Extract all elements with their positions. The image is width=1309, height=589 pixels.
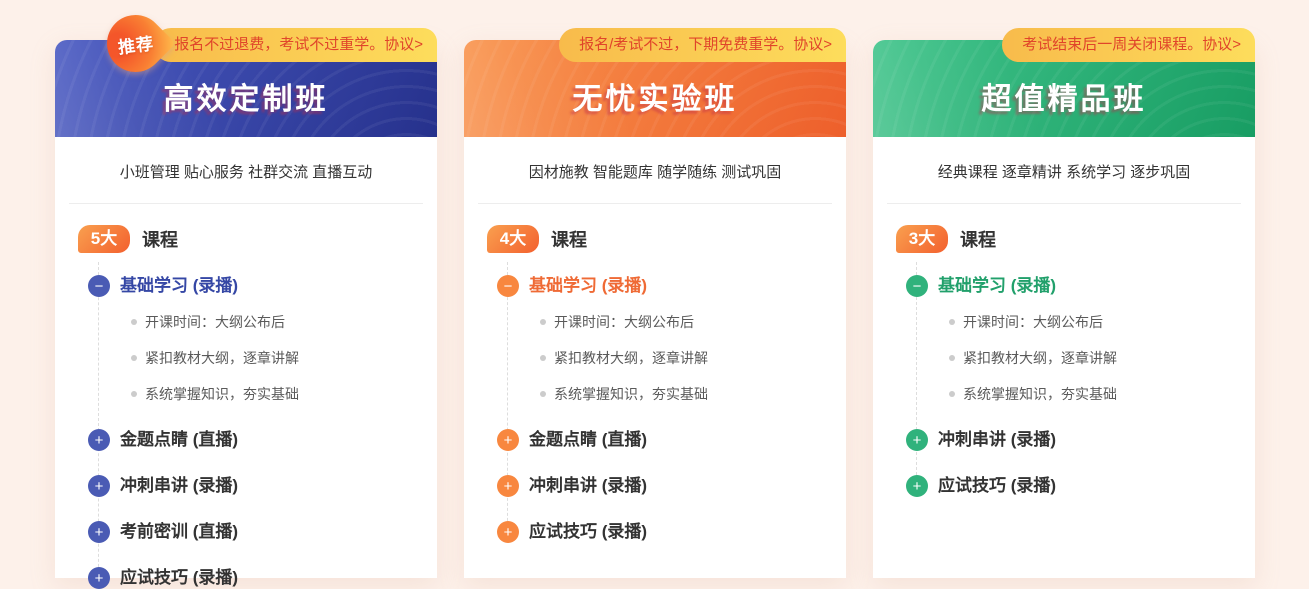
course-item: + 考前密训 (直播): [69, 521, 423, 543]
agreement-link[interactable]: 协议>: [384, 36, 423, 53]
course-title[interactable]: 金题点睛 (直播): [529, 429, 647, 451]
course-item: −基础学习 (录播) 开课时间：大纲公布后紧扣教材大纲，逐章讲解系统掌握知识，夯实…: [887, 275, 1241, 405]
course-detail: 紧扣教材大纲，逐章讲解: [887, 347, 1241, 369]
course-item: + 冲刺串讲 (录播): [69, 475, 423, 497]
guarantee-ribbon: 报名不过退费，考试不过重学。协议>: [154, 28, 437, 62]
course-title[interactable]: 基础学习 (录播): [120, 275, 238, 297]
course-details: 开课时间：大纲公布后紧扣教材大纲，逐章讲解系统掌握知识，夯实基础: [887, 311, 1241, 405]
course-title[interactable]: 考前密训 (直播): [120, 521, 238, 543]
course-details: 开课时间：大纲公布后紧扣教材大纲，逐章讲解系统掌握知识，夯实基础: [478, 311, 832, 405]
guarantee-text: 报名/考试不过，下期免费重学。: [579, 36, 793, 53]
course-card-best-value: 考试结束后一周关闭课程。协议> 超值精品班 经典课程 逐章精讲 系统学习 逐步巩…: [873, 40, 1255, 578]
course-plans-page: 报名不过退费，考试不过重学。协议> 推荐 高效定制班 小班管理 贴心服务 社群交…: [0, 0, 1309, 538]
course-item: + 应试技巧 (录播): [69, 567, 423, 589]
course-list: −基础学习 (录播) 开课时间：大纲公布后紧扣教材大纲，逐章讲解系统掌握知识，夯实…: [887, 275, 1241, 497]
card-title: 高效定制班: [164, 74, 329, 118]
card-body: 经典课程 逐章精讲 系统学习 逐步巩固 3大 课程 −基础学习 (录播) 开课时间…: [873, 161, 1255, 497]
course-detail: 紧扣教材大纲，逐章讲解: [478, 347, 832, 369]
agreement-link[interactable]: 协议>: [1202, 36, 1241, 53]
course-title[interactable]: 基础学习 (录播): [529, 275, 647, 297]
course-item: + 金题点睛 (直播): [478, 429, 832, 451]
divider: [69, 203, 423, 204]
guarantee-ribbon: 报名/考试不过，下期免费重学。协议>: [559, 28, 846, 62]
course-item: + 冲刺串讲 (录播): [887, 429, 1241, 451]
card-body: 因材施教 智能题库 随学随练 测试巩固 4大 课程 −基础学习 (录播) 开课时间…: [464, 161, 846, 543]
course-detail: 系统掌握知识，夯实基础: [478, 383, 832, 405]
card-subtitle: 因材施教 智能题库 随学随练 测试巩固: [478, 161, 832, 182]
expand-icon[interactable]: +: [906, 475, 928, 497]
course-detail: 开课时间：大纲公布后: [478, 311, 832, 333]
card-title: 无忧实验班: [573, 74, 738, 118]
card-subtitle: 经典课程 逐章精讲 系统学习 逐步巩固: [887, 161, 1241, 182]
course-count-label: 课程: [551, 226, 587, 252]
course-count-badge: 3大: [896, 225, 948, 253]
expand-icon[interactable]: +: [497, 521, 519, 543]
expand-icon[interactable]: +: [88, 429, 110, 451]
recommend-badge-label: 推荐: [116, 29, 155, 58]
course-count-badge: 5大: [78, 225, 130, 253]
course-item: + 金题点睛 (直播): [69, 429, 423, 451]
course-title[interactable]: 应试技巧 (录播): [938, 475, 1056, 497]
course-count-row: 3大 课程: [887, 225, 1241, 253]
agreement-link[interactable]: 协议>: [793, 36, 832, 53]
course-item: −基础学习 (录播) 开课时间：大纲公布后紧扣教材大纲，逐章讲解系统掌握知识，夯实…: [69, 275, 423, 405]
collapse-icon[interactable]: −: [906, 275, 928, 297]
expand-icon[interactable]: +: [88, 475, 110, 497]
expand-icon[interactable]: +: [88, 567, 110, 589]
course-title[interactable]: 冲刺串讲 (录播): [120, 475, 238, 497]
course-count-row: 4大 课程: [478, 225, 832, 253]
course-item: + 冲刺串讲 (录播): [478, 475, 832, 497]
course-title[interactable]: 冲刺串讲 (录播): [938, 429, 1056, 451]
course-title[interactable]: 金题点睛 (直播): [120, 429, 238, 451]
course-item: + 应试技巧 (录播): [887, 475, 1241, 497]
collapse-icon[interactable]: −: [88, 275, 110, 297]
course-detail: 紧扣教材大纲，逐章讲解: [69, 347, 423, 369]
card-title: 超值精品班: [982, 74, 1147, 118]
course-count-row: 5大 课程: [69, 225, 423, 253]
collapse-icon[interactable]: −: [497, 275, 519, 297]
course-list: −基础学习 (录播) 开课时间：大纲公布后紧扣教材大纲，逐章讲解系统掌握知识，夯实…: [69, 275, 423, 589]
card-body: 小班管理 贴心服务 社群交流 直播互动 5大 课程 −基础学习 (录播) 开课时间…: [55, 161, 437, 589]
course-count-badge: 4大: [487, 225, 539, 253]
course-detail: 系统掌握知识，夯实基础: [887, 383, 1241, 405]
expand-icon[interactable]: +: [497, 475, 519, 497]
course-card-worry-free-lab: 报名/考试不过，下期免费重学。协议> 无忧实验班 因材施教 智能题库 随学随练 …: [464, 40, 846, 578]
guarantee-ribbon: 考试结束后一周关闭课程。协议>: [1002, 28, 1255, 62]
course-item: + 应试技巧 (录播): [478, 521, 832, 543]
course-title[interactable]: 应试技巧 (录播): [529, 521, 647, 543]
guarantee-text: 考试结束后一周关闭课程。: [1022, 36, 1202, 53]
course-details: 开课时间：大纲公布后紧扣教材大纲，逐章讲解系统掌握知识，夯实基础: [69, 311, 423, 405]
expand-icon[interactable]: +: [88, 521, 110, 543]
course-detail: 开课时间：大纲公布后: [69, 311, 423, 333]
course-title[interactable]: 冲刺串讲 (录播): [529, 475, 647, 497]
course-detail: 开课时间：大纲公布后: [887, 311, 1241, 333]
expand-icon[interactable]: +: [906, 429, 928, 451]
divider: [887, 203, 1241, 204]
course-item: −基础学习 (录播) 开课时间：大纲公布后紧扣教材大纲，逐章讲解系统掌握知识，夯实…: [478, 275, 832, 405]
course-count-label: 课程: [960, 226, 996, 252]
course-list: −基础学习 (录播) 开课时间：大纲公布后紧扣教材大纲，逐章讲解系统掌握知识，夯实…: [478, 275, 832, 543]
expand-icon[interactable]: +: [497, 429, 519, 451]
guarantee-text: 报名不过退费，考试不过重学。: [174, 36, 384, 53]
divider: [478, 203, 832, 204]
course-title[interactable]: 应试技巧 (录播): [120, 567, 238, 589]
course-detail: 系统掌握知识，夯实基础: [69, 383, 423, 405]
card-subtitle: 小班管理 贴心服务 社群交流 直播互动: [69, 161, 423, 182]
course-card-premium-custom: 报名不过退费，考试不过重学。协议> 推荐 高效定制班 小班管理 贴心服务 社群交…: [55, 40, 437, 578]
course-title[interactable]: 基础学习 (录播): [938, 275, 1056, 297]
course-count-label: 课程: [142, 226, 178, 252]
